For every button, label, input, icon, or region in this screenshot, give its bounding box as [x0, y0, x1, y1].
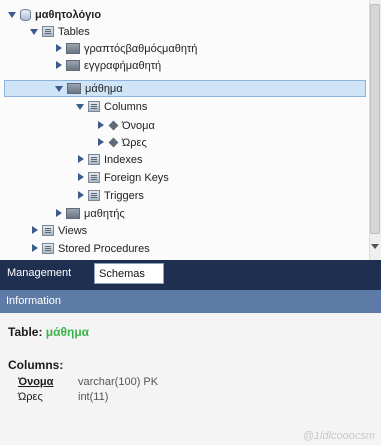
column-name: Όνομα	[18, 376, 54, 388]
information-header[interactable]: Information	[0, 290, 381, 313]
tree-item-label: Triggers	[104, 189, 144, 202]
tree-item-table-selected[interactable]: μάθημα	[4, 80, 366, 97]
tree-item-tables-folder[interactable]: Tables	[30, 23, 90, 40]
column-row: Ώρες int(11)	[18, 391, 108, 403]
tree-item-stored-procedures[interactable]: Stored Procedures	[30, 240, 150, 257]
information-panel: Table: μάθημα Columns: Όνομα varchar(100…	[0, 313, 381, 445]
tree-item-label: Foreign Keys	[104, 171, 169, 184]
scroll-down-arrow-icon[interactable]	[371, 244, 379, 249]
tree-item-label: Ώρες	[122, 136, 147, 149]
tree-item-label: εγγραφήμαθητή	[84, 59, 162, 72]
tree-item-table[interactable]: μαθητής	[54, 205, 125, 222]
collapse-arrow-icon[interactable]	[96, 121, 105, 130]
table-icon	[66, 208, 80, 219]
database-icon	[20, 8, 31, 21]
tree-item-label: Tables	[58, 25, 90, 38]
expand-arrow-icon[interactable]	[76, 102, 85, 111]
folder-icon	[42, 243, 54, 254]
schema-tree: μαθητολόγιο Tables γραπτόςβαθμόςμαθητή ε…	[0, 0, 381, 260]
tree-item-triggers[interactable]: Triggers	[76, 187, 144, 204]
tree-item-label: Columns	[104, 100, 148, 113]
columns-folder-icon	[88, 101, 100, 112]
tree-item-label: Views	[58, 224, 88, 237]
columns-title: Columns:	[8, 358, 64, 372]
table-icon	[66, 43, 80, 54]
expand-arrow-icon[interactable]	[30, 27, 39, 36]
scrollbar-thumb[interactable]	[370, 4, 380, 234]
watermark: @1ldlcooocsm	[302, 430, 375, 442]
folder-icon	[88, 154, 100, 165]
tree-item-table[interactable]: εγγραφήμαθητή	[54, 57, 161, 74]
table-info-line: Table: μάθημα	[8, 325, 89, 339]
tree-item-table[interactable]: γραπτόςβαθμόςμαθητή	[54, 40, 197, 57]
column-type: varchar(100) PK	[78, 376, 159, 388]
tree-item-label: μάθημα	[85, 82, 123, 95]
tree-item-views[interactable]: Views	[30, 222, 87, 239]
column-icon	[108, 137, 119, 148]
table-icon	[67, 83, 81, 94]
expand-arrow-icon[interactable]	[8, 10, 17, 19]
collapse-arrow-icon[interactable]	[76, 173, 85, 182]
column-type: int(11)	[78, 391, 109, 403]
tab-schemas[interactable]: Schemas	[94, 263, 164, 284]
collapse-arrow-icon[interactable]	[96, 138, 105, 147]
collapse-arrow-icon[interactable]	[30, 226, 39, 235]
tab-management[interactable]: Management	[3, 263, 75, 284]
vertical-scrollbar[interactable]	[369, 0, 381, 260]
tree-item-label: Όνομα	[122, 119, 155, 132]
tree-item-label: γραπτόςβαθμόςμαθητή	[84, 42, 198, 55]
folder-icon	[42, 225, 54, 236]
tree-item-label: μαθητής	[84, 207, 125, 220]
tree-item-foreign-keys[interactable]: Foreign Keys	[76, 169, 169, 186]
table-icon	[66, 60, 80, 71]
collapse-arrow-icon[interactable]	[76, 191, 85, 200]
column-row: Όνομα varchar(100) PK	[18, 376, 158, 388]
column-name: Ώρες	[18, 391, 43, 403]
table-name: μάθημα	[45, 325, 90, 339]
tree-item-column[interactable]: Όνομα	[96, 117, 155, 134]
tree-item-schema[interactable]: μαθητολόγιο	[8, 6, 101, 23]
collapse-arrow-icon[interactable]	[30, 244, 39, 253]
panel-tab-bar: Management Schemas	[0, 260, 381, 290]
table-label: Table:	[8, 325, 43, 339]
collapse-arrow-icon[interactable]	[76, 155, 85, 164]
collapse-arrow-icon[interactable]	[54, 44, 63, 53]
collapse-arrow-icon[interactable]	[54, 61, 63, 70]
expand-arrow-icon[interactable]	[55, 84, 64, 93]
folder-icon	[42, 26, 54, 37]
folder-icon	[88, 190, 100, 201]
tree-item-label: Stored Procedures	[58, 242, 150, 255]
tree-item-indexes[interactable]: Indexes	[76, 151, 143, 168]
column-icon	[108, 120, 119, 131]
collapse-arrow-icon[interactable]	[54, 209, 63, 218]
tree-item-column[interactable]: Ώρες	[96, 134, 147, 151]
folder-icon	[88, 172, 100, 183]
tree-item-columns-folder[interactable]: Columns	[76, 98, 147, 115]
tree-item-label: Indexes	[104, 153, 143, 166]
tree-item-label: μαθητολόγιο	[35, 8, 102, 21]
